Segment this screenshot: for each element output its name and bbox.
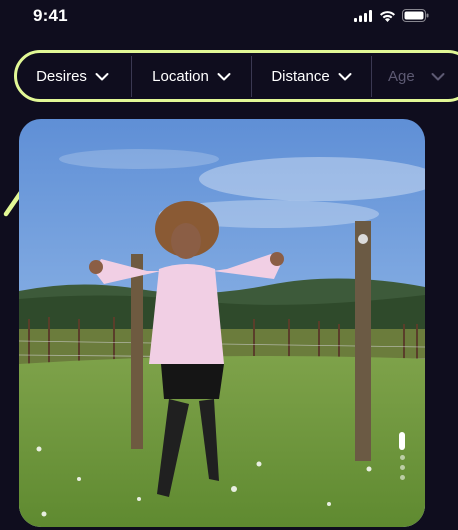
page-indicator-dot <box>399 475 405 480</box>
page-indicator-active <box>399 432 405 450</box>
status-bar: 9:41 <box>0 0 458 34</box>
filter-desires[interactable]: Desires <box>14 56 132 97</box>
filter-desires-label: Desires <box>36 68 87 85</box>
status-time: 9:41 <box>33 6 68 25</box>
filter-location-label: Location <box>152 68 209 85</box>
filter-bar: Desires Location Distance Age <box>14 56 458 97</box>
status-icons <box>354 9 429 22</box>
filter-age[interactable]: Age <box>372 56 458 97</box>
page-indicator-dot <box>399 465 405 470</box>
photo-page-indicator <box>398 432 406 492</box>
chevron-down-icon <box>95 72 109 80</box>
photo-scene <box>19 119 425 527</box>
filter-location[interactable]: Location <box>132 56 252 97</box>
filter-age-label: Age <box>388 68 415 85</box>
page-indicator-dot <box>399 455 405 460</box>
filter-distance[interactable]: Distance <box>252 56 372 97</box>
signal-icon <box>354 9 372 22</box>
battery-icon <box>402 9 429 22</box>
chevron-down-icon <box>217 72 231 80</box>
wifi-icon <box>380 10 395 22</box>
profile-photo[interactable] <box>19 119 425 527</box>
chevron-down-icon <box>338 72 352 80</box>
filter-distance-label: Distance <box>271 68 330 85</box>
chevron-down-icon <box>431 72 445 80</box>
